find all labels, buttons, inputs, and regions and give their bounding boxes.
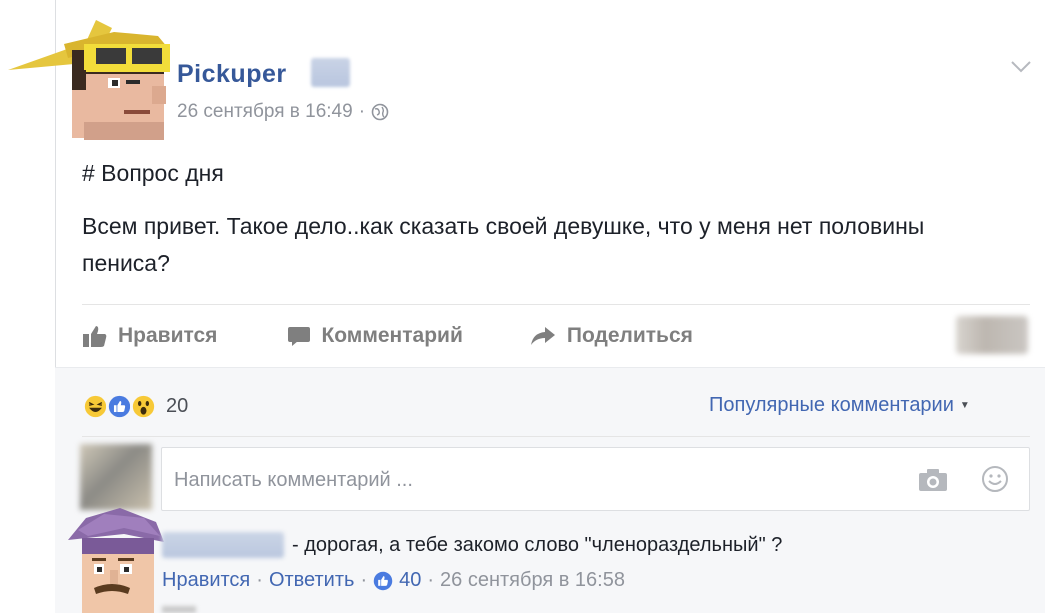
comment-likes[interactable]: 40 xyxy=(373,569,421,592)
post-meta: 26 сентября в 16:49 · xyxy=(177,101,389,123)
post-actions: Нравится Комментарий Поделиться xyxy=(82,318,693,354)
meta-separator: · xyxy=(358,101,366,122)
haha-icon xyxy=(82,393,109,420)
facebook-post-screenshot: Pickuper 26 сентября в 16:49 · # Вопрос … xyxy=(0,0,1045,613)
share-button[interactable]: Поделиться xyxy=(529,324,693,348)
meta-separator: · xyxy=(427,569,435,591)
post-body-text: Всем привет. Такое дело..как сказать сво… xyxy=(82,213,925,276)
redacted-avatar-blur xyxy=(956,316,1028,354)
wow-icon xyxy=(130,393,157,420)
current-user-avatar[interactable] xyxy=(80,444,152,510)
meta-separator: · xyxy=(256,569,263,591)
comment-meta: Нравится · Ответить · 40 · 26 сентября в… xyxy=(162,569,625,592)
divider xyxy=(82,304,1030,305)
thumbs-up-icon xyxy=(83,326,107,347)
sort-label: Популярные комментарии xyxy=(709,394,954,416)
author-avatar-icon[interactable] xyxy=(8,14,178,140)
reactions-summary[interactable]: 20 xyxy=(82,393,188,420)
like-label: Нравится xyxy=(118,324,218,347)
comment-box[interactable] xyxy=(161,447,1030,511)
comment-like-link[interactable]: Нравится xyxy=(162,569,250,592)
like-icon xyxy=(373,571,393,590)
sort-comments-dropdown[interactable]: Популярные комментарии ▼ xyxy=(709,394,970,417)
comment-button[interactable]: Комментарий xyxy=(287,324,463,348)
post-author-name[interactable]: Pickuper xyxy=(177,60,287,89)
comment-reply-link[interactable]: Ответить xyxy=(269,569,355,592)
emoji-icon[interactable] xyxy=(980,464,1010,494)
comment-text: - дорогая, а тебе закомо слово "членораз… xyxy=(292,534,783,556)
like-button[interactable]: Нравится xyxy=(82,324,217,348)
redacted-name-blur xyxy=(311,58,350,87)
next-comment-blur xyxy=(162,606,196,613)
reactions-count[interactable]: 20 xyxy=(166,395,188,418)
like-icon xyxy=(106,393,133,420)
camera-icon[interactable] xyxy=(918,468,948,492)
share-arrow-icon xyxy=(530,327,555,345)
divider xyxy=(82,436,1030,437)
comment-input[interactable] xyxy=(174,466,874,494)
redacted-name-blur xyxy=(162,532,284,558)
caret-down-icon: ▼ xyxy=(959,400,970,411)
globe-icon[interactable] xyxy=(371,103,389,121)
post-hashtag[interactable]: # Вопрос дня xyxy=(82,160,224,187)
commenter-avatar-icon[interactable] xyxy=(64,506,172,613)
comment-bubble-icon xyxy=(288,327,311,346)
chevron-down-icon[interactable] xyxy=(1010,60,1032,74)
comment-likes-count: 40 xyxy=(399,569,422,591)
comment-label: Комментарий xyxy=(321,324,463,347)
post-date[interactable]: 26 сентября в 16:49 xyxy=(177,101,353,123)
meta-separator: · xyxy=(360,569,368,591)
share-label: Поделиться xyxy=(566,324,693,347)
comment-date[interactable]: 26 сентября в 16:58 xyxy=(440,569,625,592)
